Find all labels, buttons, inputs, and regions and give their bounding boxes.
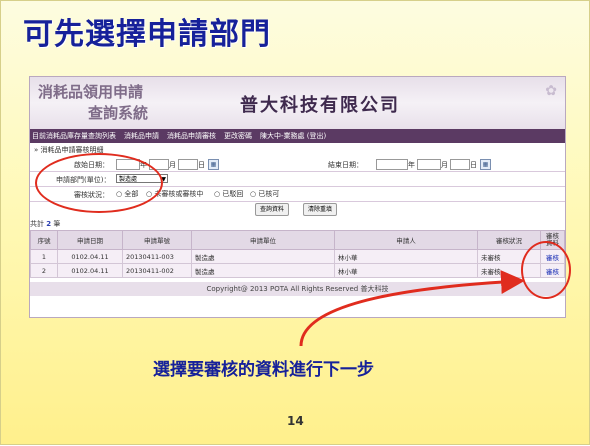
annotation-text: 選擇要審核的資料進行下一步: [153, 360, 374, 380]
slide: 可先選擇申請部門 消耗品領用申請 查詢系統 普大科技有限公司 ✿ 目前消耗品庫存…: [0, 0, 590, 445]
page-number: 14: [287, 414, 304, 428]
